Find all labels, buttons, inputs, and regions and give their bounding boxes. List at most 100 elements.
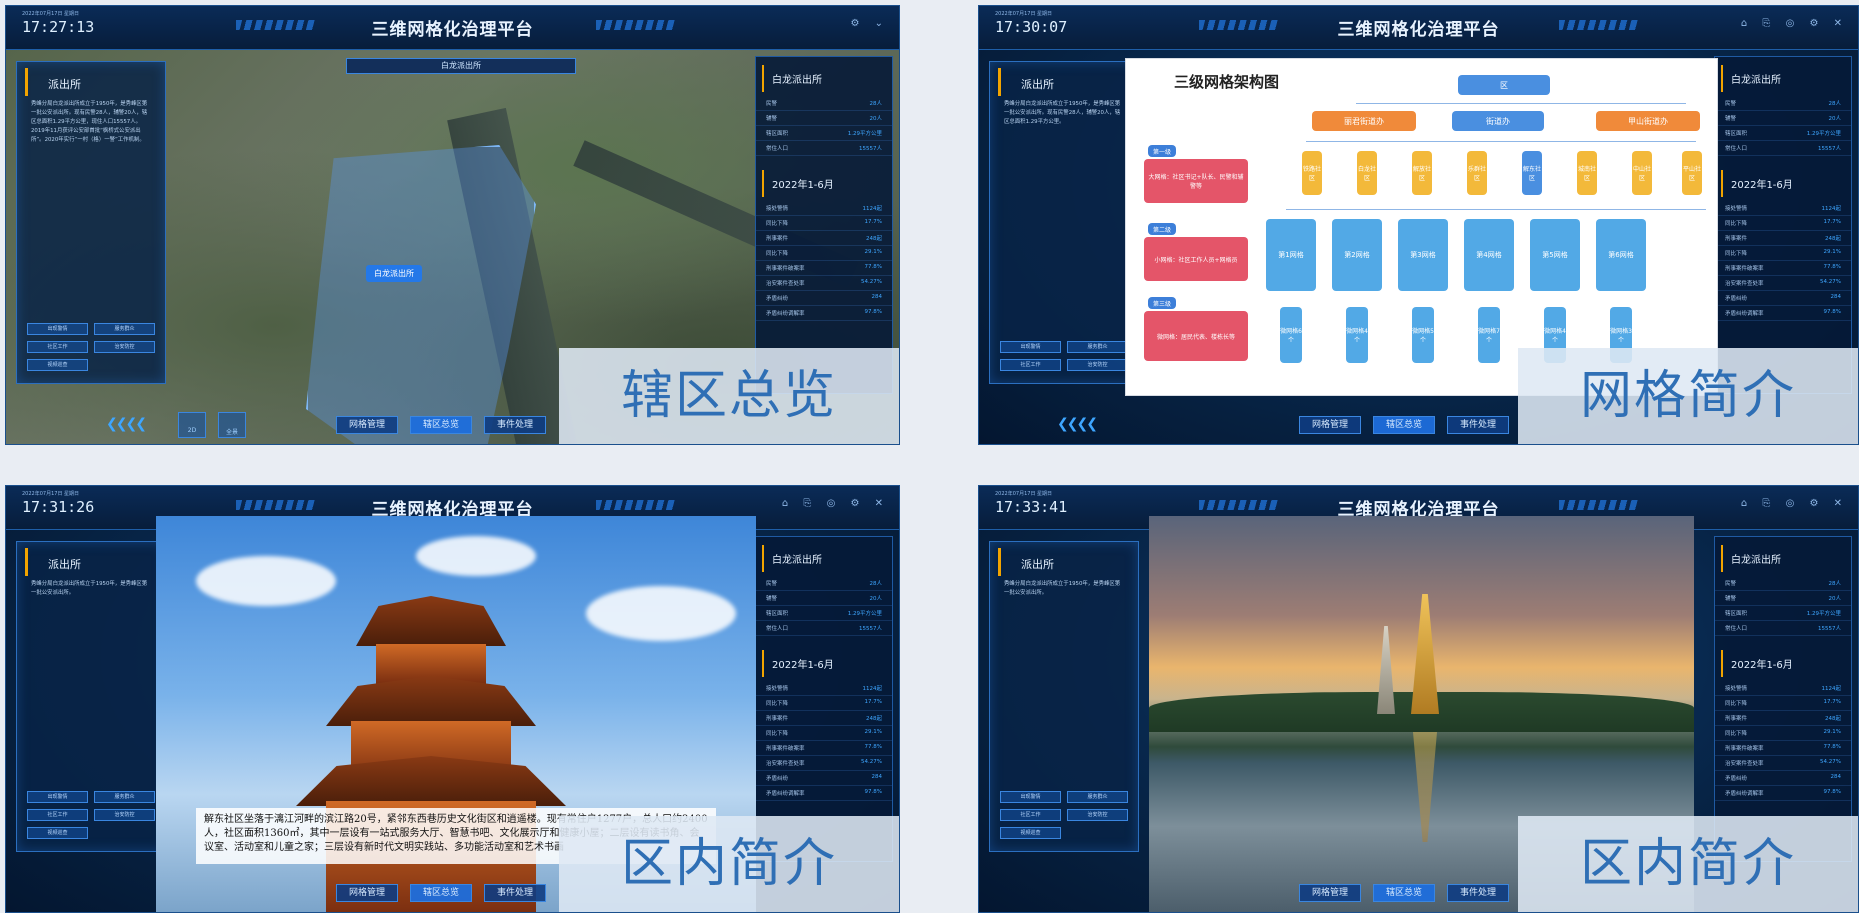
nav-event-handling[interactable]: 事件处理 [484, 416, 546, 434]
stat-value: 77.8% [1823, 744, 1841, 750]
stat-value: 1124起 [862, 206, 883, 212]
stat-label: 治安案件查处率 [766, 281, 805, 287]
district-marker[interactable]: 白龙派出所 [366, 265, 422, 282]
stat-label: 同比下降 [766, 701, 789, 707]
nav-grid-management[interactable]: 网格管理 [336, 416, 398, 434]
stats-title: 白龙派出所 [1721, 65, 1845, 92]
station-button[interactable]: 治安防控 [94, 341, 155, 353]
stat-value: 20人 [869, 116, 883, 122]
stat-row: 刑事案件破案率 77.8% [1715, 261, 1851, 276]
stat-value: 17.7% [864, 699, 882, 705]
nav-area-overview[interactable]: 辖区总览 [1373, 416, 1435, 434]
stat-label: 同比下降 [1725, 221, 1748, 227]
panel-caption: 区内简介 [559, 816, 899, 912]
street-office: 甲山街道办 [1596, 111, 1700, 131]
stat-value: 20人 [1828, 596, 1842, 602]
diagram-title: 三级网格架构图 [1174, 73, 1280, 91]
nav-event-handling[interactable]: 事件处理 [484, 884, 546, 902]
stat-label: 接处警情 [766, 206, 789, 212]
panorama-mode-button[interactable]: 全景 [218, 412, 246, 438]
station-button[interactable]: 出现警情 [1000, 341, 1061, 353]
stat-label: 民警 [1725, 101, 1737, 107]
stat-label: 矛盾纠纷 [1725, 296, 1748, 302]
window-controls[interactable]: ⚙ ⌄ [850, 18, 889, 29]
station-button[interactable]: 出现警情 [27, 791, 88, 803]
station-button[interactable]: 治安防控 [94, 809, 155, 821]
station-title: 派出所 [25, 548, 165, 576]
stat-row: 矛盾纠纷调解率 97.8% [756, 786, 892, 801]
stat-row: 矛盾纠纷 284 [1715, 291, 1851, 306]
station-button[interactable]: 视频巡查 [27, 359, 88, 371]
station-button[interactable]: 视频巡查 [27, 827, 88, 839]
stat-value: 284 [871, 294, 883, 300]
stat-label: 辖区面积 [1725, 131, 1748, 137]
diagram-connector [1356, 103, 1686, 104]
nav-area-overview[interactable]: 辖区总览 [1373, 884, 1435, 902]
nav-area-overview[interactable]: 辖区总览 [410, 884, 472, 902]
stat-row: 常住人口 15557人 [756, 141, 892, 156]
stat-row: 民警 28人 [1715, 576, 1851, 591]
station-button[interactable]: 出现警情 [27, 323, 88, 335]
stat-value: 1124起 [862, 686, 883, 692]
stat-value: 97.8% [864, 789, 882, 795]
level-tag: 第一级 [1148, 145, 1176, 157]
stats-rows: 民警 28人 辅警 20人 辖区面积 1.29平方公里 常住人口 15557人 [1715, 96, 1851, 156]
window-controls[interactable]: ⌂ ⎘ ◎ ⚙ ✕ [1741, 498, 1848, 509]
station-button[interactable]: 视频巡查 [1000, 827, 1061, 839]
stats-title: 白龙派出所 [762, 65, 886, 92]
stat-row: 同比下降 29.1% [756, 726, 892, 741]
nav-area-overview[interactable]: 辖区总览 [410, 416, 472, 434]
stat-label: 矛盾纠纷 [1725, 776, 1748, 782]
nav-event-handling[interactable]: 事件处理 [1447, 416, 1509, 434]
window-controls[interactable]: ⌂ ⎘ ◎ ⚙ ✕ [1741, 18, 1848, 29]
nav-grid-management[interactable]: 网格管理 [1299, 416, 1361, 434]
station-button[interactable]: 社区工作 [1000, 809, 1061, 821]
station-description: 秀峰分局白龙派出所成立于1950年，是秀峰区第一批公安派出所。 [31, 581, 148, 596]
stat-row: 治安案件查处率 54.27% [1715, 276, 1851, 291]
station-button[interactable]: 社区工作 [27, 809, 88, 821]
stat-label: 常住人口 [1725, 146, 1748, 152]
stat-label: 治安案件查处率 [766, 761, 805, 767]
stat-row: 接处警情 1124起 [1715, 681, 1851, 696]
stat-row: 矛盾纠纷调解率 97.8% [1715, 306, 1851, 321]
station-button[interactable]: 社区工作 [27, 341, 88, 353]
chevron-left-icon[interactable]: ❮❮❮❮ [106, 416, 147, 432]
stat-value: 28人 [1828, 581, 1842, 587]
stat-label: 辅警 [1725, 596, 1737, 602]
grid-node: 第5网格 [1530, 219, 1580, 291]
station-button[interactable]: 服务群众 [94, 791, 155, 803]
level-box: 大网格：社区书记+队长、民警和辅警等 [1144, 159, 1248, 203]
location-select[interactable]: 白龙派出所 [346, 58, 576, 74]
nav-grid-management[interactable]: 网格管理 [336, 884, 398, 902]
station-button[interactable]: 出现警情 [1000, 791, 1061, 803]
stat-value: 29.1% [864, 249, 882, 255]
stat-value: 77.8% [864, 264, 882, 270]
station-description: 秀峰分局白龙派出所成立于1950年，是秀峰区第一批公安派出所。现有民警28人，辅… [1004, 101, 1121, 125]
station-button[interactable]: 服务群众 [1067, 341, 1128, 353]
stat-value: 20人 [869, 596, 883, 602]
stat-row: 接处警情 1124起 [1715, 201, 1851, 216]
nav-grid-management[interactable]: 网格管理 [1299, 884, 1361, 902]
nav-event-handling[interactable]: 事件处理 [1447, 884, 1509, 902]
stat-label: 刑事案件 [766, 236, 789, 242]
stat-label: 刑事案件破案率 [766, 266, 805, 272]
stat-value: 248起 [866, 236, 882, 242]
station-button[interactable]: 社区工作 [1000, 359, 1061, 371]
district-boundary[interactable] [306, 145, 536, 444]
pavilion-roof-top [356, 596, 506, 646]
golden-pagoda [1411, 594, 1439, 714]
station-button[interactable]: 服务群众 [94, 323, 155, 335]
window-controls[interactable]: ⌂ ⎘ ◎ ⚙ ✕ [782, 498, 889, 509]
chevron-left-icon[interactable]: ❮❮❮❮ [1057, 416, 1098, 432]
stat-label: 民警 [766, 101, 778, 107]
stat-label: 矛盾纠纷调解率 [1725, 791, 1764, 797]
station-info-panel: 派出所 秀峰分局白龙派出所成立于1950年，是秀峰区第一批公安派出所。现有民警2… [16, 61, 166, 384]
stats-panel: 白龙派出所 民警 28人 辅警 20人 辖区面积 1.29平方公里 常住人口 15557人 2… [755, 536, 893, 862]
stat-label: 接处警情 [766, 686, 789, 692]
diagram-connector [1306, 141, 1696, 142]
station-button[interactable]: 治安防控 [1067, 809, 1128, 821]
station-button[interactable]: 治安防控 [1067, 359, 1128, 371]
station-button[interactable]: 服务群众 [1067, 791, 1128, 803]
2d-mode-button[interactable]: 2D [178, 412, 206, 438]
stat-label: 同比下降 [766, 731, 789, 737]
